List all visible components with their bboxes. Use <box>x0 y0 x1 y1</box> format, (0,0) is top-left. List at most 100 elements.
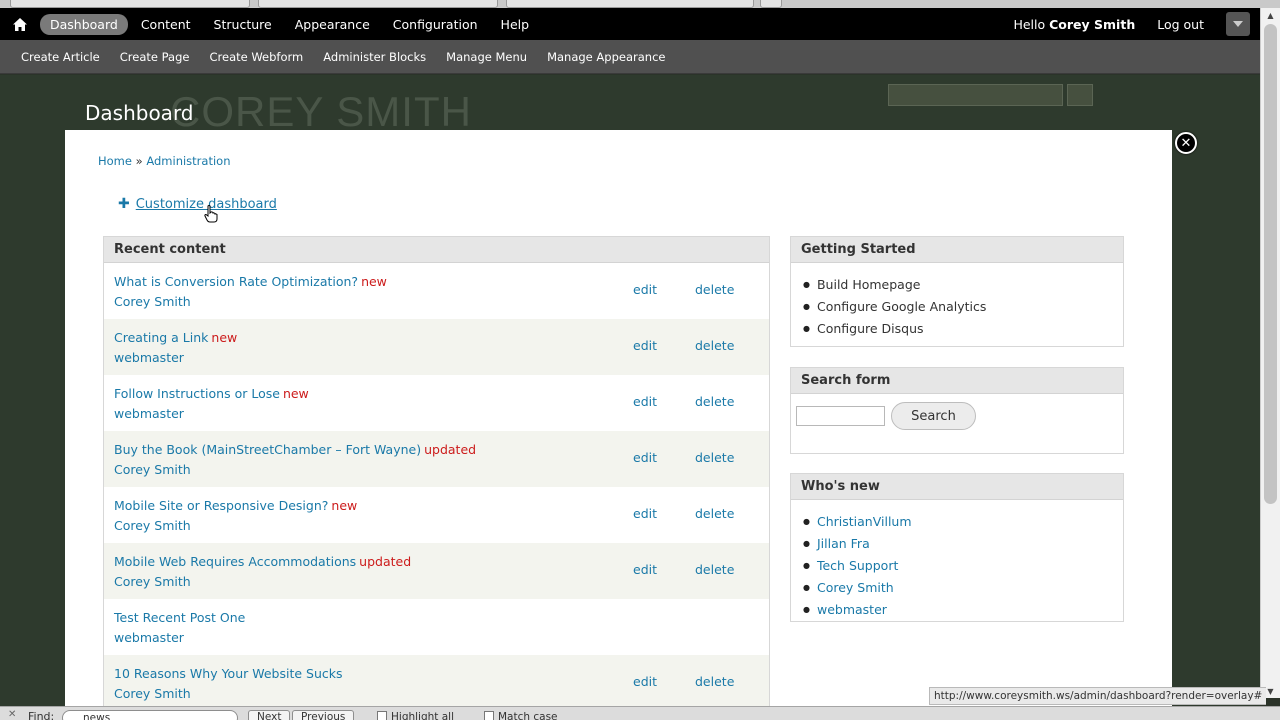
dashboard-overlay: Home » Administration ✚ Customize dashbo… <box>65 130 1172 720</box>
delete-link[interactable]: delete <box>695 394 734 409</box>
content-title-link[interactable]: Buy the Book (MainStreetChamber – Fort W… <box>114 442 421 457</box>
search-form-block: Search form Search <box>790 367 1124 454</box>
find-previous-button[interactable]: Previous <box>292 710 355 720</box>
toolbar-content[interactable]: Content <box>131 14 201 35</box>
edit-link[interactable]: edit <box>633 338 657 353</box>
content-title-line: Buy the Book (MainStreetChamber – Fort W… <box>114 440 769 460</box>
edit-link[interactable]: edit <box>633 450 657 465</box>
content-title-link[interactable]: Mobile Site or Responsive Design? <box>114 498 328 513</box>
shortcuts-toggle-button[interactable] <box>1226 12 1250 36</box>
match-case-checkbox[interactable]: Match case <box>484 711 558 720</box>
search-button[interactable]: Search <box>891 402 976 430</box>
find-close-icon[interactable]: ✕ <box>8 709 16 720</box>
content-title-line: Test Recent Post One <box>114 608 769 628</box>
user-link[interactable]: Jillan Fra <box>817 536 870 551</box>
list-item: Jillan Fra <box>803 534 1123 556</box>
search-form-title: Search form <box>791 368 1123 394</box>
hand-cursor-icon <box>204 205 218 223</box>
toolbar-help[interactable]: Help <box>491 14 540 35</box>
close-icon: ✕ <box>1180 135 1192 151</box>
highlight-all-checkbox[interactable]: Highlight all <box>377 711 454 720</box>
table-row: What is Conversion Rate Optimization? new… <box>104 263 769 319</box>
edit-link[interactable]: edit <box>633 562 657 577</box>
match-case-label: Match case <box>498 711 558 720</box>
customize-dashboard[interactable]: ✚ Customize dashboard <box>118 196 277 212</box>
list-item: Configure Google Analytics <box>803 297 1123 319</box>
content-author-line: Corey Smith <box>114 292 769 312</box>
find-input[interactable]: news <box>62 710 238 720</box>
content-author-line: webmaster <box>114 628 769 648</box>
table-row: Test Recent Post One webmaster <box>104 599 769 655</box>
breadcrumb-administration[interactable]: Administration <box>146 154 230 168</box>
browser-tab[interactable] <box>10 0 250 8</box>
delete-link[interactable]: delete <box>695 282 734 297</box>
delete-link[interactable]: delete <box>695 338 734 353</box>
breadcrumb-home[interactable]: Home <box>98 154 132 168</box>
table-row: Creating a Link new webmaster edit delete <box>104 319 769 375</box>
checkbox-icon <box>377 711 387 720</box>
shortcut-manage-menu[interactable]: Manage Menu <box>436 50 537 64</box>
delete-link[interactable]: delete <box>695 450 734 465</box>
delete-link[interactable]: delete <box>695 674 734 689</box>
content-author-line: Corey Smith <box>114 516 769 536</box>
delete-link[interactable]: delete <box>695 506 734 521</box>
content-status-flag: new <box>211 330 238 345</box>
edit-link[interactable]: edit <box>633 282 657 297</box>
list-item: Build Homepage <box>803 275 1123 297</box>
user-link[interactable]: webmaster <box>817 602 887 617</box>
overlay-title: Dashboard <box>85 101 194 125</box>
user-name-link[interactable]: Corey Smith <box>1049 17 1135 32</box>
content-author-link[interactable]: Corey Smith <box>114 294 191 309</box>
content-title-link[interactable]: Creating a Link <box>114 330 208 345</box>
content-author-link[interactable]: Corey Smith <box>114 518 191 533</box>
edit-link[interactable]: edit <box>633 394 657 409</box>
status-bar-url: http://www.coreysmith.ws/admin/dashboard… <box>929 687 1267 705</box>
user-link[interactable]: Tech Support <box>817 558 898 573</box>
shortcut-create-page[interactable]: Create Page <box>110 50 200 64</box>
content-author-link[interactable]: webmaster <box>114 350 184 365</box>
user-link[interactable]: ChristianVillum <box>817 514 912 529</box>
content-title-link[interactable]: Test Recent Post One <box>114 610 245 625</box>
find-next-button[interactable]: Next <box>248 710 291 720</box>
delete-link[interactable]: delete <box>695 562 734 577</box>
site-search-button <box>1067 84 1093 106</box>
shortcut-create-article[interactable]: Create Article <box>11 50 110 64</box>
home-icon[interactable] <box>0 8 40 40</box>
toolbar-configuration[interactable]: Configuration <box>383 14 488 35</box>
content-author-line: webmaster <box>114 404 769 424</box>
new-tab-button[interactable] <box>760 0 782 8</box>
shortcut-administer-blocks[interactable]: Administer Blocks <box>313 50 436 64</box>
content-status-flag: new <box>331 498 358 513</box>
content-author-link[interactable]: Corey Smith <box>114 574 191 589</box>
scroll-up-icon[interactable]: ▲ <box>1261 8 1280 22</box>
logout-link[interactable]: Log out <box>1157 17 1204 32</box>
toolbar-dashboard[interactable]: Dashboard <box>40 13 128 35</box>
shortcut-manage-appearance[interactable]: Manage Appearance <box>537 50 675 64</box>
content-title-link[interactable]: 10 Reasons Why Your Website Sucks <box>114 666 343 681</box>
content-author-line: Corey Smith <box>114 684 769 704</box>
content-author-link[interactable]: webmaster <box>114 630 184 645</box>
content-status-flag: updated <box>359 554 412 569</box>
user-link[interactable]: Corey Smith <box>817 580 894 595</box>
content-title-line: What is Conversion Rate Optimization? new <box>114 272 769 292</box>
content-title-link[interactable]: Mobile Web Requires Accommodations <box>114 554 356 569</box>
content-title-link[interactable]: Follow Instructions or Lose <box>114 386 280 401</box>
content-author-link[interactable]: Corey Smith <box>114 686 191 701</box>
recent-content-list: What is Conversion Rate Optimization? new… <box>104 263 769 711</box>
search-input[interactable] <box>796 406 885 426</box>
content-title-link[interactable]: What is Conversion Rate Optimization? <box>114 274 358 289</box>
content-author-link[interactable]: Corey Smith <box>114 462 191 477</box>
browser-tab[interactable] <box>258 0 498 8</box>
browser-tab[interactable] <box>506 0 754 8</box>
page-scrollbar[interactable]: ▲ ▼ <box>1260 8 1280 698</box>
getting-started-title: Getting Started <box>791 237 1123 263</box>
content-author-link[interactable]: webmaster <box>114 406 184 421</box>
shortcut-create-webform[interactable]: Create Webform <box>199 50 313 64</box>
toolbar-appearance[interactable]: Appearance <box>285 14 380 35</box>
toolbar-structure[interactable]: Structure <box>204 14 282 35</box>
content-author-line: Corey Smith <box>114 460 769 480</box>
edit-link[interactable]: edit <box>633 506 657 521</box>
overlay-close-button[interactable]: ✕ <box>1175 132 1197 154</box>
edit-link[interactable]: edit <box>633 674 657 689</box>
scroll-thumb[interactable] <box>1264 24 1277 504</box>
